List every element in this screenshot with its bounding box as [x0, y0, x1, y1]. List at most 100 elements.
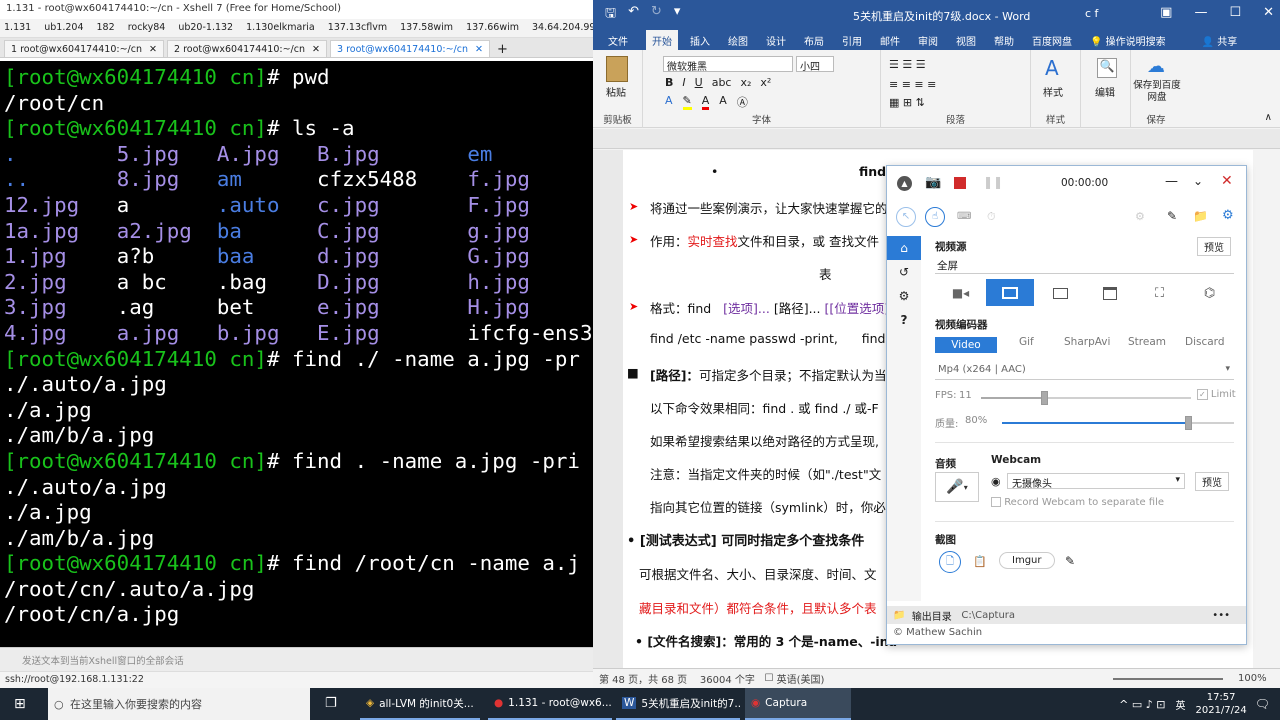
taskbar-app-xshell[interactable]: ● 1.131 - root@wx6...: [488, 688, 612, 720]
paste-icon[interactable]: [606, 56, 628, 82]
ime-indicator[interactable]: 英: [1175, 697, 1185, 712]
home-icon[interactable]: ⌂: [887, 236, 921, 260]
bold-icon[interactable]: B: [665, 76, 673, 89]
bookmark-item[interactable]: 137.66wim: [466, 22, 519, 33]
close-icon[interactable]: ✕: [312, 44, 320, 55]
screenshot-icon[interactable]: 📷: [925, 175, 941, 190]
font-color-icon[interactable]: A: [701, 94, 710, 110]
paste-button[interactable]: 粘贴: [606, 84, 626, 99]
bookmark-item[interactable]: 137.58wim: [400, 22, 453, 33]
baidu-cloud-icon[interactable]: ☁: [1147, 56, 1165, 77]
tab-design[interactable]: 设计: [766, 33, 786, 48]
tab-layout[interactable]: 布局: [804, 33, 824, 48]
settings-small-icon[interactable]: ⚙: [1135, 210, 1145, 223]
limit-checkbox[interactable]: ✓: [1197, 389, 1208, 400]
font-size-select[interactable]: 小四: [796, 56, 834, 73]
editing-button[interactable]: 编辑: [1095, 84, 1115, 99]
encoder-tab-discard[interactable]: Discard: [1185, 336, 1224, 348]
page-count[interactable]: 第 48 页，共 68 页: [599, 671, 687, 686]
new-tab-icon[interactable]: +: [493, 42, 512, 57]
highlight-icon[interactable]: ✎: [682, 94, 692, 110]
clipboard-icon[interactable]: 📋: [973, 555, 987, 568]
region-source-icon[interactable]: ⛶: [1142, 282, 1177, 304]
italic-icon[interactable]: I: [682, 76, 685, 89]
bookmark-item[interactable]: 1.130elkmaria: [246, 22, 315, 33]
taskbar-app-word[interactable]: W 5关机重启及init的7...: [616, 688, 740, 720]
find-icon[interactable]: 🔍: [1097, 58, 1117, 78]
source-field[interactable]: 全屏: [935, 257, 1234, 274]
folder-icon[interactable]: 📁: [893, 610, 905, 621]
fps-slider[interactable]: [981, 391, 1191, 405]
tray-icons[interactable]: ^ ▭ ♪ ⊡: [1119, 698, 1165, 711]
imgur-button[interactable]: Imgur: [999, 552, 1055, 569]
editor-icon[interactable]: ✎: [1065, 554, 1075, 568]
close-icon[interactable]: ✕: [1263, 5, 1274, 20]
windows-start-icon[interactable]: ⊞: [14, 696, 26, 712]
tab-mailings[interactable]: 邮件: [880, 33, 900, 48]
enclose-char-icon[interactable]: Ⓐ: [737, 94, 748, 110]
close-icon[interactable]: ✕: [475, 44, 483, 55]
more-icon[interactable]: •••: [1212, 610, 1230, 621]
superscript-icon[interactable]: x²: [760, 76, 771, 89]
font-name-select[interactable]: 微软雅黑: [663, 56, 793, 73]
clock[interactable]: 17:57 2021/7/24: [1195, 691, 1246, 717]
record-icon[interactable]: [954, 177, 966, 189]
close-icon[interactable]: ✕: [149, 44, 157, 55]
bookmark-item[interactable]: ub1.204: [44, 22, 83, 33]
share-button[interactable]: 👤 共享: [1202, 33, 1256, 48]
zoom-level[interactable]: 100%: [1238, 673, 1267, 684]
codec-select[interactable]: Mp4 (x264 | AAC) ▾: [935, 363, 1234, 380]
shading-icon[interactable]: ▦ ⊞ ⇅: [889, 96, 925, 109]
encoder-tab-video[interactable]: Video: [935, 337, 997, 353]
text-effects-icon[interactable]: A: [665, 94, 673, 110]
compose-input[interactable]: 发送文本到当前Xshell窗口的全部会话: [0, 647, 593, 671]
collapse-panel-icon[interactable]: ⌄: [1193, 174, 1203, 188]
history-icon[interactable]: ↺: [887, 260, 921, 284]
gamepad-source-icon[interactable]: ⌬: [1192, 282, 1227, 304]
window-source-icon[interactable]: [1092, 282, 1127, 304]
user-name[interactable]: c f: [1085, 7, 1098, 20]
zoom-slider[interactable]: [1113, 678, 1223, 680]
tab-draw[interactable]: 绘图: [728, 33, 748, 48]
tab-review[interactable]: 审阅: [918, 33, 938, 48]
tab-view[interactable]: 视图: [956, 33, 976, 48]
session-tab[interactable]: 2 root@wx604174410:~/cn ✕: [167, 40, 327, 57]
bookmark-item[interactable]: 182: [97, 22, 115, 33]
encoder-tab-sharpavi[interactable]: SharpAvi: [1064, 336, 1110, 348]
fullscreen-source-icon[interactable]: [986, 279, 1034, 306]
close-icon[interactable]: ✕: [1221, 173, 1233, 189]
taskbar-search[interactable]: ○ 在这里输入你要搜索的内容: [48, 688, 310, 720]
tab-help[interactable]: 帮助: [994, 33, 1014, 48]
output-dir-path[interactable]: C:\Captura: [961, 610, 1015, 621]
pause-icon[interactable]: ❚❚: [983, 175, 1003, 189]
underline-icon[interactable]: U: [695, 76, 703, 89]
styles-button[interactable]: 样式: [1043, 84, 1063, 99]
brush-icon[interactable]: ✎: [1167, 209, 1177, 223]
tab-baidu[interactable]: 百度网盘: [1032, 33, 1072, 48]
tab-insert[interactable]: 插入: [690, 33, 710, 48]
char-shading-icon[interactable]: A: [719, 94, 727, 110]
preview-button[interactable]: 预览: [1197, 237, 1231, 256]
minimize-icon[interactable]: —: [1194, 5, 1207, 20]
fps-slider-thumb[interactable]: [1041, 391, 1048, 405]
bookmark-item[interactable]: ub20-1.132: [178, 22, 233, 33]
webcam-preview-button[interactable]: 预览: [1195, 472, 1229, 491]
help-icon[interactable]: ?: [887, 308, 921, 332]
vertical-ruler[interactable]: [593, 150, 623, 668]
webcam-separate-checkbox[interactable]: [991, 497, 1001, 507]
session-tab[interactable]: 1 root@wx604174410:~/cn ✕: [4, 40, 164, 57]
maximize-icon[interactable]: ☐: [1229, 5, 1241, 20]
horizontal-ruler[interactable]: [593, 129, 1280, 149]
keystrokes-icon[interactable]: ⌨: [957, 211, 971, 222]
subscript-icon[interactable]: x₂: [740, 76, 751, 89]
tab-references[interactable]: 引用: [842, 33, 862, 48]
save-to-baidu-button[interactable]: 保存到百度网盘: [1133, 80, 1181, 104]
bookmark-item[interactable]: 1.131: [4, 22, 31, 33]
elapsed-icon[interactable]: ⏱: [987, 210, 996, 224]
folder-icon[interactable]: 📁: [1193, 209, 1208, 223]
taskbar-app-captura[interactable]: ◉ Captura: [745, 688, 851, 720]
session-tab-active[interactable]: 3 root@wx604174410:~/cn ✕: [330, 40, 490, 57]
minimize-icon[interactable]: —: [1165, 174, 1178, 189]
gear-icon[interactable]: ⚙: [1222, 208, 1234, 223]
redo-icon[interactable]: ↻: [651, 4, 662, 26]
